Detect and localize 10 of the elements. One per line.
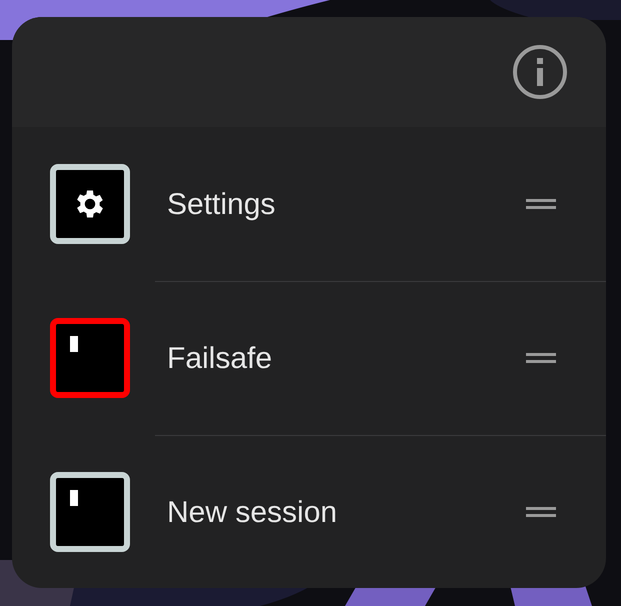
drag-handle-icon[interactable] [526,506,556,518]
shortcut-label: Settings [167,186,276,222]
drag-handle-icon[interactable] [526,198,556,210]
shortcut-label: Failsafe [167,340,274,376]
shortcut-item[interactable]: Failsafe [12,281,606,435]
shortcut-label: New session [167,494,338,530]
drag-handle-icon[interactable] [526,352,556,364]
info-icon[interactable] [512,44,568,100]
shortcut-item[interactable]: New session [12,435,606,588]
shortcut-item[interactable]: Settings [12,127,606,281]
